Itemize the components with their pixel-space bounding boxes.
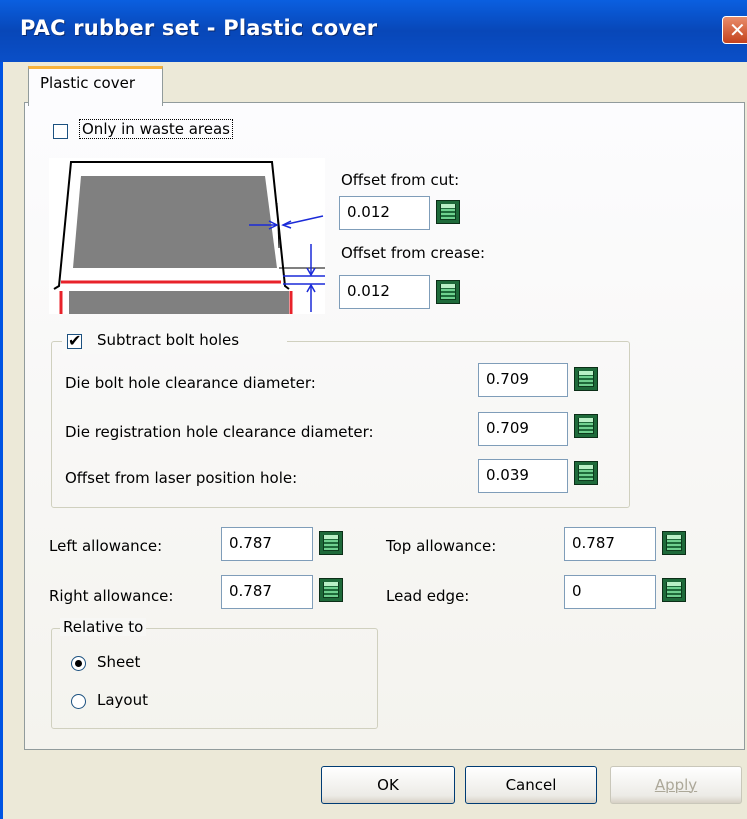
relative-to-legend: Relative to bbox=[60, 618, 147, 636]
right-allowance-field[interactable]: 0.787 bbox=[221, 575, 313, 609]
cancel-button[interactable]: Cancel bbox=[465, 766, 597, 804]
apply-button-label: Apply bbox=[654, 776, 698, 794]
offset-from-cut-field[interactable]: 0.012 bbox=[339, 196, 430, 230]
close-button[interactable]: ✕ bbox=[722, 16, 747, 44]
relative-to-groupbox bbox=[51, 628, 378, 729]
die-bolt-hole-calculator-button[interactable] bbox=[574, 367, 598, 391]
left-allowance-calculator-button[interactable] bbox=[319, 531, 343, 555]
apply-button[interactable]: Apply bbox=[610, 766, 742, 804]
right-allowance-label: Right allowance: bbox=[49, 587, 174, 605]
only-waste-label[interactable]: Only in waste areas bbox=[79, 119, 233, 139]
subtract-bolt-holes-label[interactable]: Subtract bolt holes bbox=[97, 331, 239, 349]
offset-from-cut-calculator-button[interactable] bbox=[436, 200, 460, 224]
subtract-bolt-holes-checkbox[interactable]: ✔ bbox=[67, 333, 82, 349]
offset-diagram-icon bbox=[49, 158, 325, 314]
laser-position-hole-field[interactable]: 0.039 bbox=[478, 459, 568, 493]
lead-edge-label: Lead edge: bbox=[386, 587, 470, 605]
lead-edge-calculator-button[interactable] bbox=[662, 578, 686, 602]
lead-edge-field[interactable]: 0 bbox=[564, 575, 656, 609]
offset-from-crease-label: Offset from crease: bbox=[341, 244, 486, 262]
offset-from-crease-field[interactable]: 0.012 bbox=[339, 275, 430, 309]
top-allowance-label: Top allowance: bbox=[386, 537, 497, 555]
ok-button[interactable]: OK bbox=[321, 766, 455, 804]
die-registration-hole-field[interactable]: 0.709 bbox=[478, 412, 568, 446]
layout-radio-label[interactable]: Layout bbox=[97, 691, 148, 709]
die-registration-hole-calculator-button[interactable] bbox=[574, 414, 598, 438]
left-allowance-label: Left allowance: bbox=[49, 537, 163, 555]
left-allowance-field[interactable]: 0.787 bbox=[221, 527, 313, 561]
die-registration-hole-label: Die registration hole clearance diameter… bbox=[65, 423, 374, 441]
sheet-radio[interactable] bbox=[71, 656, 86, 671]
top-allowance-calculator-button[interactable] bbox=[662, 531, 686, 555]
sheet-radio-label[interactable]: Sheet bbox=[97, 653, 140, 671]
laser-position-hole-calculator-button[interactable] bbox=[574, 461, 598, 485]
laser-position-hole-label: Offset from laser position hole: bbox=[65, 469, 298, 487]
offset-from-crease-calculator-button[interactable] bbox=[436, 280, 460, 304]
offset-from-cut-label: Offset from cut: bbox=[341, 171, 460, 189]
right-allowance-calculator-button[interactable] bbox=[319, 578, 343, 602]
layout-radio[interactable] bbox=[71, 694, 86, 709]
die-bolt-hole-field[interactable]: 0.709 bbox=[478, 363, 568, 397]
tab-plastic-cover-label: Plastic cover bbox=[40, 74, 135, 92]
only-waste-checkbox[interactable] bbox=[53, 124, 68, 139]
top-allowance-field[interactable]: 0.787 bbox=[564, 527, 656, 561]
window-title: PAC rubber set - Plastic cover bbox=[20, 16, 378, 40]
die-bolt-hole-label: Die bolt hole clearance diameter: bbox=[65, 374, 316, 392]
